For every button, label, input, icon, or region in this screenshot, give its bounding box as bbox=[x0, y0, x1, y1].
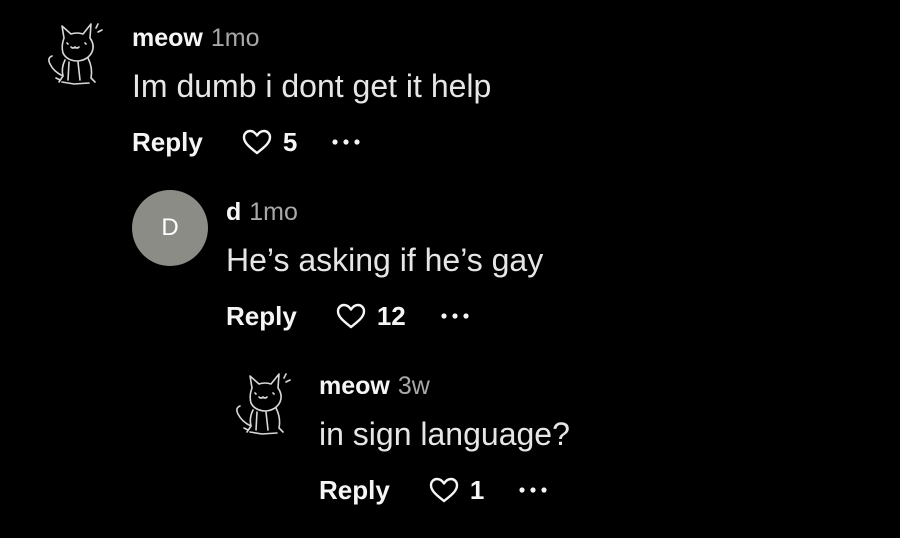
username[interactable]: d bbox=[226, 198, 241, 226]
reply-button[interactable]: Reply bbox=[226, 303, 297, 329]
reply-button[interactable]: Reply bbox=[132, 129, 203, 155]
timestamp: 1mo bbox=[210, 24, 260, 52]
more-options-icon[interactable] bbox=[331, 138, 361, 146]
comment-meta: meow 1mo bbox=[132, 26, 260, 51]
heart-icon bbox=[242, 129, 272, 155]
cat-sketch-icon bbox=[48, 23, 103, 85]
like-button[interactable]: 12 bbox=[335, 302, 406, 330]
like-count: 1 bbox=[469, 475, 485, 505]
comment-meta: meow 3w bbox=[319, 374, 430, 399]
username[interactable]: meow bbox=[319, 372, 390, 400]
comment-actions: Reply 12 bbox=[226, 302, 470, 330]
comment-text: He’s asking if he’s gay bbox=[226, 242, 544, 278]
like-count: 12 bbox=[376, 301, 406, 331]
like-button[interactable]: 5 bbox=[241, 128, 297, 156]
cat-sketch-icon bbox=[236, 373, 291, 435]
reply-button[interactable]: Reply bbox=[319, 477, 390, 503]
comment-actions: Reply 5 bbox=[132, 128, 361, 156]
comment-meta: d 1mo bbox=[226, 200, 298, 225]
avatar[interactable]: D bbox=[132, 190, 208, 266]
more-options-icon[interactable] bbox=[518, 486, 548, 494]
timestamp: 1mo bbox=[249, 198, 298, 226]
comment-reply: D d 1mo He’s asking if he’s gay Reply 12 bbox=[0, 180, 900, 355]
like-button[interactable]: 1 bbox=[428, 476, 484, 504]
heart-icon bbox=[429, 477, 459, 503]
comment-actions: Reply 1 bbox=[319, 476, 548, 504]
comment-text: Im dumb i dont get it help bbox=[132, 68, 492, 104]
avatar[interactable] bbox=[34, 18, 108, 92]
heart-icon bbox=[336, 303, 366, 329]
avatar[interactable] bbox=[222, 368, 296, 442]
username[interactable]: meow bbox=[132, 24, 203, 52]
timestamp: 3w bbox=[397, 372, 430, 400]
comment-text: in sign language? bbox=[319, 416, 570, 452]
more-options-icon[interactable] bbox=[440, 312, 470, 320]
like-count: 5 bbox=[282, 127, 298, 157]
comment: meow 1mo Im dumb i dont get it help Reply… bbox=[0, 0, 900, 175]
comment-reply: meow 3w in sign language? Reply 1 bbox=[0, 358, 900, 533]
